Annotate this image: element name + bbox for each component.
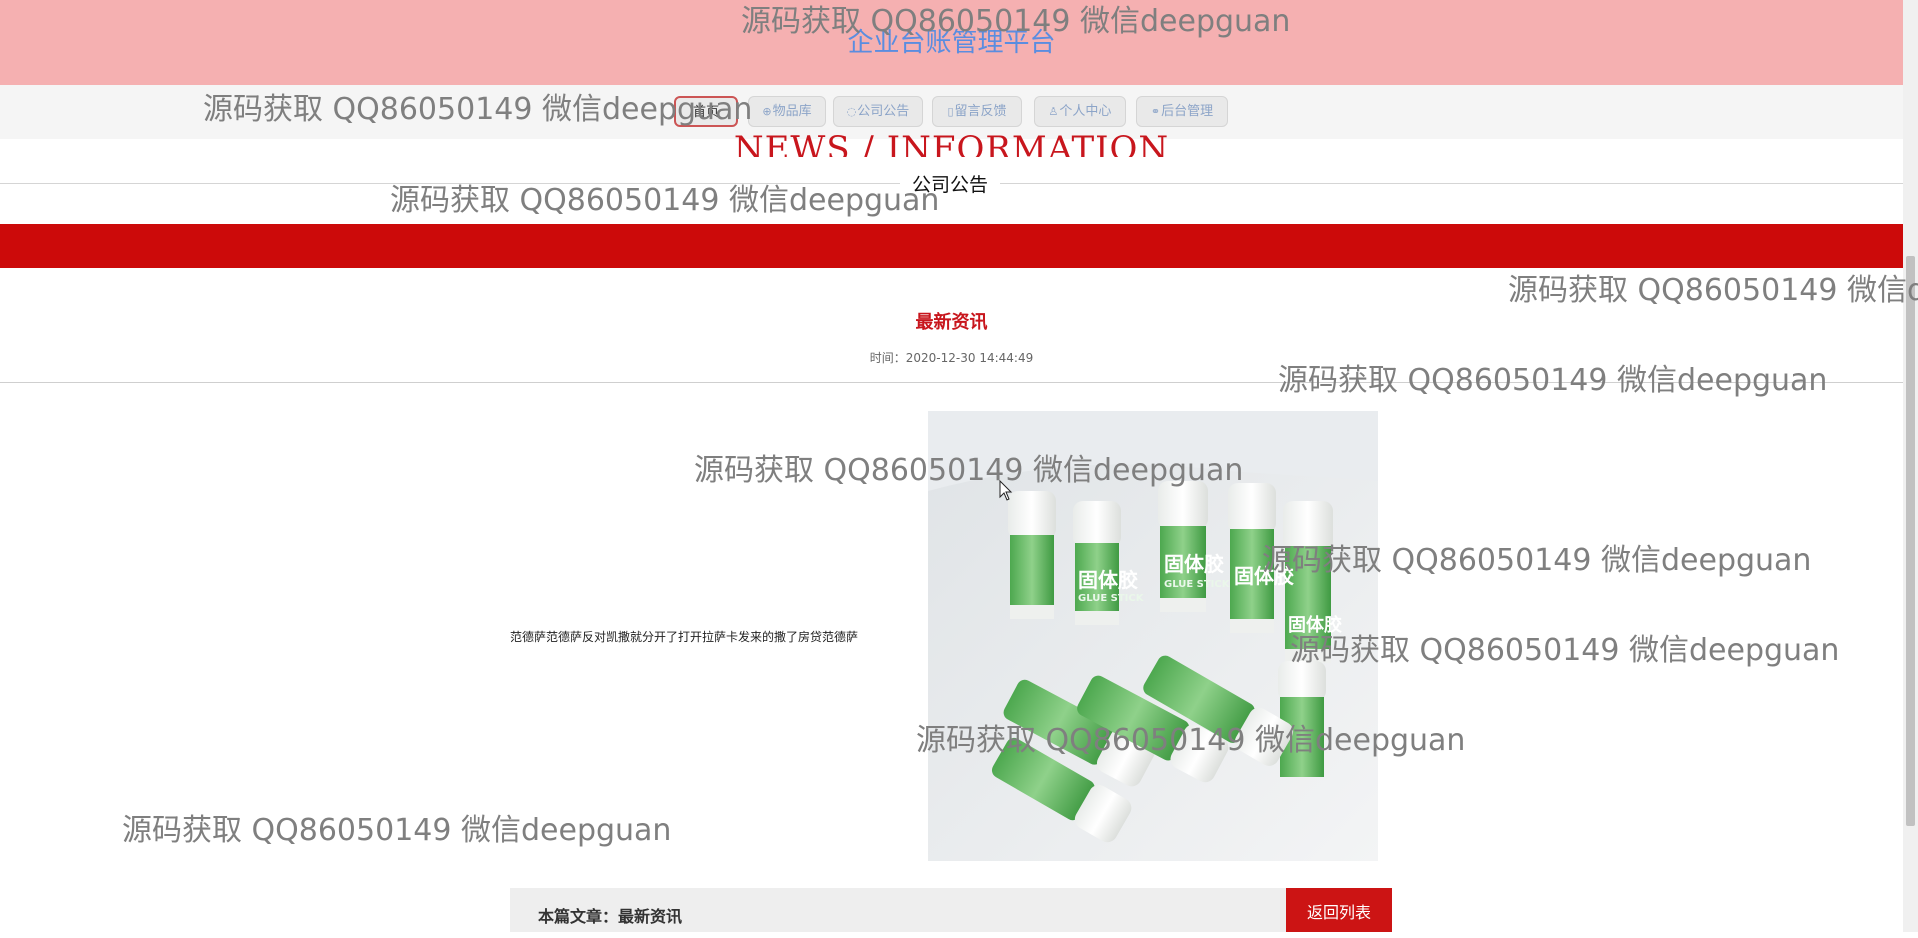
red-banner <box>0 224 1903 268</box>
nav-item-admin[interactable]: ⚭后台管理 <box>1136 96 1228 127</box>
nav-item-announcements[interactable]: ◌公司公告 <box>833 96 923 127</box>
article-image: 固体胶 固体胶 固体胶 固体胶 GLUE STICK GLUE STICK <box>928 411 1378 861</box>
watermark-text: 源码获取 QQ86050149 微信deepguan <box>390 183 940 218</box>
scrollbar-thumb[interactable] <box>1906 256 1915 826</box>
nav-home-label: 首页 <box>692 105 719 120</box>
site-title: 企业台账管理平台 <box>847 28 1056 58</box>
watermark-text: 源码获取 QQ86050149 微信deepguan <box>1278 363 1828 398</box>
watermark-text: 源码获取 QQ86050149 微信deepguan <box>1508 273 1918 308</box>
article-footer: 本篇文章：最新资讯 返回列表 <box>510 888 1392 932</box>
article-title: 最新资讯 <box>915 312 988 333</box>
nav-item-profile-label: 个人中心 <box>1059 104 1112 119</box>
back-to-list-button[interactable]: 返回列表 <box>1286 888 1392 932</box>
nav-home[interactable]: 首页 <box>674 96 738 127</box>
nav-item-announcements-label: 公司公告 <box>857 104 910 119</box>
nav-item-library-label: 物品库 <box>772 104 812 119</box>
mouse-cursor-icon <box>999 480 1013 501</box>
user-icon: ♙ <box>1048 105 1059 118</box>
top-header: 企业台账管理平台 <box>0 0 1903 85</box>
svg-text:GLUE STICK: GLUE STICK <box>1164 579 1231 590</box>
glue-stick-image: 固体胶 固体胶 固体胶 固体胶 GLUE STICK GLUE STICK <box>928 411 1378 861</box>
section-label: 公司公告 <box>900 170 1000 197</box>
note-icon: ▯ <box>947 105 954 118</box>
svg-text:固体胶: 固体胶 <box>1164 552 1224 576</box>
speech-bubble-icon: ◌ <box>846 105 857 118</box>
article-time: 时间：2020-12-30 14:44:49 <box>869 351 1034 365</box>
svg-text:固体胶: 固体胶 <box>1288 614 1342 636</box>
link-icon: ⚭ <box>1150 105 1161 118</box>
nav-item-library[interactable]: ⊕物品库 <box>748 96 826 127</box>
article-content: 范德萨范德萨反对凯撒就分开了打开拉萨卡发来的撒了房贷范德萨 <box>510 630 859 644</box>
box-icon: ⊕ <box>762 105 772 118</box>
article-divider <box>0 382 1903 383</box>
svg-text:GLUE STICK: GLUE STICK <box>1078 593 1145 604</box>
current-article-label: 本篇文章：最新资讯 <box>538 907 683 926</box>
svg-text:固体胶: 固体胶 <box>1078 568 1138 592</box>
nav-item-feedback-label: 留言反馈 <box>954 104 1007 119</box>
nav-item-admin-label: 后台管理 <box>1161 104 1214 119</box>
section-title-en: NEWS / INFORMATION <box>733 129 1170 157</box>
nav-item-profile[interactable]: ♙个人中心 <box>1034 96 1126 127</box>
nav-item-feedback[interactable]: ▯留言反馈 <box>932 96 1022 127</box>
page-scrollbar[interactable] <box>1903 0 1918 932</box>
watermark-text: 源码获取 QQ86050149 微信deepguan <box>122 813 672 848</box>
svg-text:固体胶: 固体胶 <box>1234 564 1294 588</box>
